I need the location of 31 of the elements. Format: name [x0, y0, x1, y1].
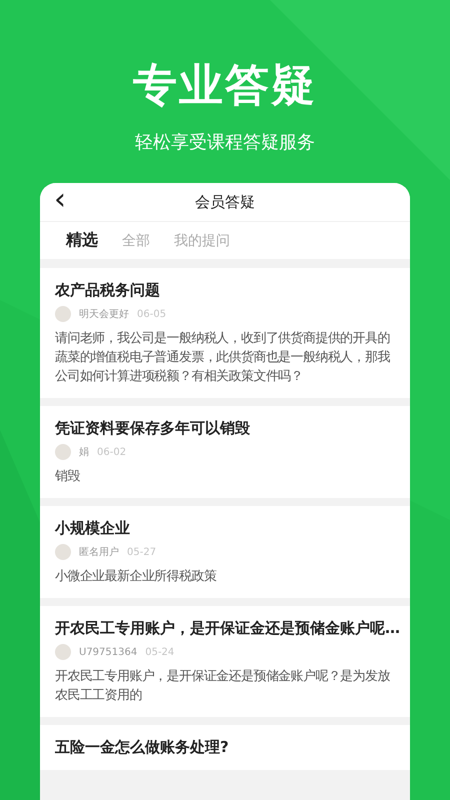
nav-title: 会员答疑: [195, 192, 255, 212]
question-title: 农产品税务问题: [55, 280, 161, 301]
author-name: 匿名用户: [79, 546, 119, 559]
question-card[interactable]: 小规模企业 匿名用户 05-27 小微企业最新企业所得税政策: [40, 506, 410, 598]
question-title: 开农民工专用账户，是开保证金还是预储金账户呢…: [55, 618, 398, 639]
question-text: 开农民工专用账户，是开保证金还是预储金账户呢？是为发放农民工工资用的: [55, 668, 391, 705]
tab[interactable]: 精选: [56, 226, 108, 255]
post-date: 05-24: [145, 646, 174, 658]
post-date: 05-27: [127, 546, 156, 558]
question-card[interactable]: 凭证资料要保存多年可以销毁 娟 06-02 销毁: [40, 406, 410, 498]
back-button[interactable]: ‹: [50, 183, 70, 217]
author-name: 娟: [79, 446, 89, 459]
question-text: 请问老师，我公司是一般纳税人，收到了供货商提供的开具的蔬菜的增值税电子普通发票，此供货商也是一般纳税人，那我公司如何计算进项税额？有相关政策文件吗？: [55, 330, 391, 386]
question-card[interactable]: 五险一金怎么做账务处理?: [40, 725, 410, 770]
post-date: 06-05: [137, 308, 166, 320]
author-name: 明天会更好: [79, 308, 129, 321]
post-date: 06-02: [97, 446, 126, 458]
question-title: 小规模企业: [55, 518, 131, 539]
question-text: 小微企业最新企业所得税政策: [55, 568, 218, 586]
avatar-icon: [55, 644, 71, 660]
question-title: 五险一金怎么做账务处理?: [55, 737, 230, 758]
question-card[interactable]: 农产品税务问题 明天会更好 06-05 请问老师，我公司是一般纳税人，收到了供货商提供的开具的蔬菜的增值税电子普通发票，此供货商也是一般纳税人，那我公司如何计算进项税额？有相关政策文件吗？: [40, 268, 410, 398]
question-card[interactable]: 开农民工专用账户，是开保证金还是预储金账户呢… U79751364 05-24 开农民工专用账户，是开保证金还是预储金账户呢？是为发放农民工工资用的: [40, 606, 410, 717]
author-name: U79751364: [79, 646, 138, 658]
avatar-icon: [55, 306, 71, 322]
hero-title: 专业答疑: [133, 59, 317, 113]
question-text: 销毁: [55, 468, 81, 486]
avatar-icon: [55, 544, 71, 560]
question-title: 凭证资料要保存多年可以销毁: [55, 418, 251, 439]
hero-subtitle: 轻松享受课程答疑服务: [135, 131, 315, 155]
avatar-icon: [55, 444, 71, 460]
